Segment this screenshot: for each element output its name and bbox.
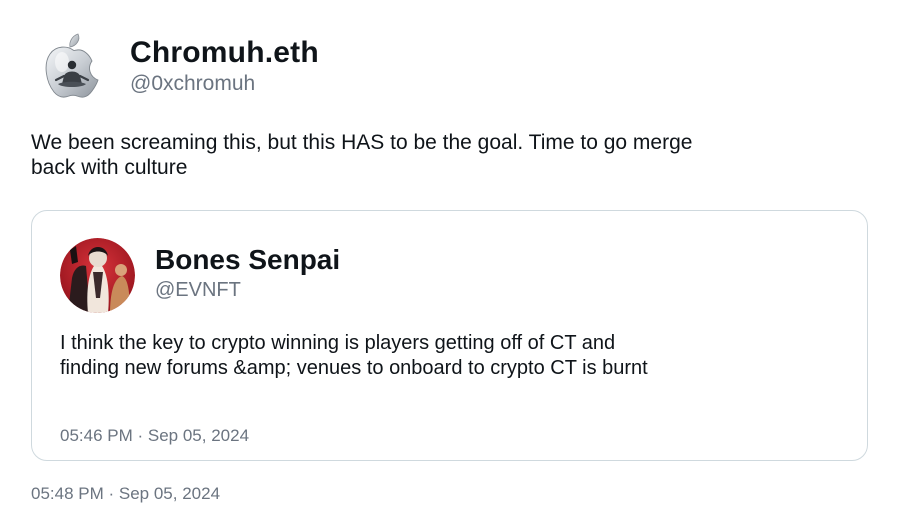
tweet-text-line: We been screaming this, but this HAS to … [31,131,693,154]
quoted-tweet-text-line: I think the key to crypto winning is pla… [60,332,616,354]
tweet-header: Chromuh.eth @0xchromuh [42,32,319,100]
author-handle[interactable]: @0xchromuh [130,71,319,97]
tweet-text: We been screaming this, but this HAS to … [31,130,771,180]
author-names: Chromuh.eth @0xchromuh [130,35,319,97]
tweet-text-line: back with culture [31,156,188,179]
quoted-tweet-timestamp[interactable]: 05:46 PM · Sep 05, 2024 [60,426,249,446]
apple-logo-avatar-icon[interactable] [42,32,104,100]
quoted-tweet-card[interactable]: Bones Senpai @EVNFT I think the key to c… [31,210,868,461]
author-display-name[interactable]: Chromuh.eth [130,35,319,71]
quote-author-display-name[interactable]: Bones Senpai [155,243,340,277]
tweet-timestamp[interactable]: 05:48 PM · Sep 05, 2024 [31,484,220,504]
quoted-tweet-text-line: finding new forums &amp; venues to onboa… [60,357,648,379]
quoted-tweet-text: I think the key to crypto winning is pla… [60,331,720,381]
quote-author-names: Bones Senpai @EVNFT [155,243,340,303]
tweet-card: Chromuh.eth @0xchromuh We been screaming… [0,0,900,523]
quote-author-handle[interactable]: @EVNFT [155,277,340,303]
quoted-tweet-header: Bones Senpai @EVNFT [60,238,340,313]
quote-author-avatar-icon[interactable] [60,238,135,313]
